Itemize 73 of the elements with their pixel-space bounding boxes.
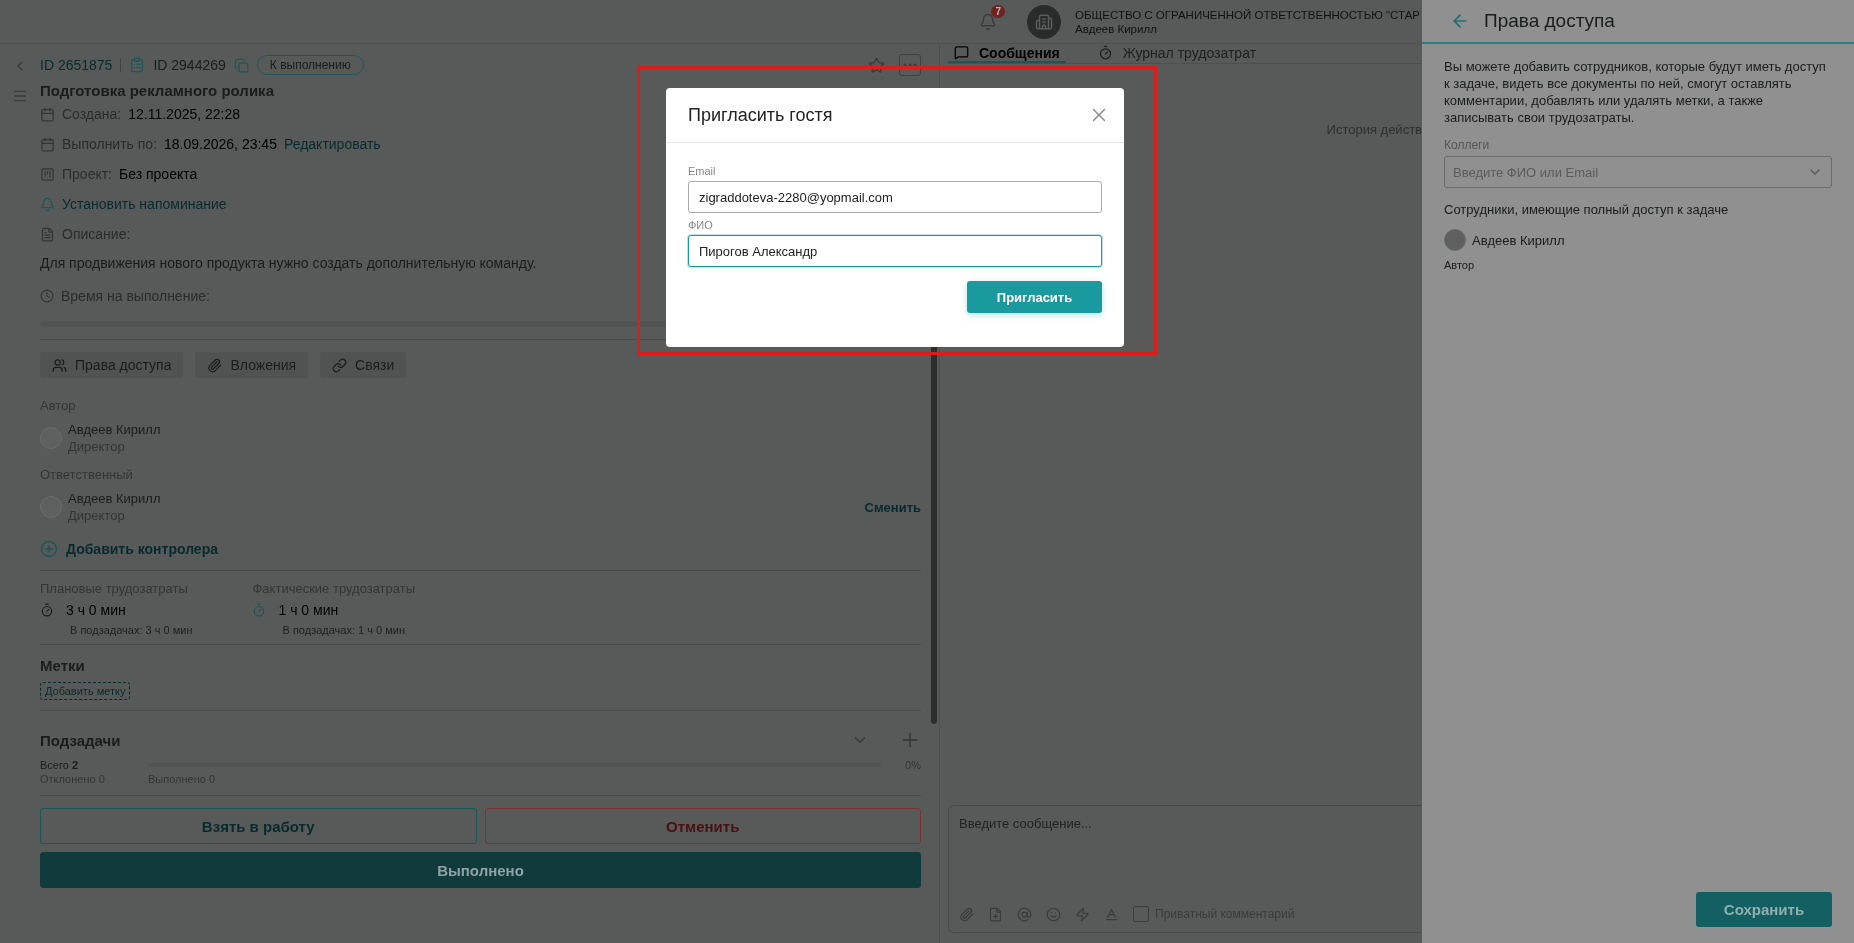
feed-tab[interactable]: Журнал трудозатрат (1091, 44, 1263, 63)
avatar-icon (1444, 229, 1466, 251)
notification-count: 7 (991, 4, 1006, 18)
building-icon (1035, 12, 1054, 31)
parent-task-id: ID 2944269 (153, 57, 226, 73)
field-value: 12.11.2025, 22:28 (128, 106, 241, 122)
drawer-title: Права доступа (1484, 10, 1615, 32)
user-name: Авдеев Кирилл (1075, 22, 1158, 35)
field-label: ФИО (688, 219, 714, 231)
bell-icon (979, 12, 998, 31)
copy-icon[interactable] (233, 57, 249, 73)
chat-icon (954, 45, 969, 60)
members-heading: Сотрудники, имеющие полный доступ к задаче (1444, 202, 1730, 217)
effort-value: 1 ч 0 мин (278, 602, 339, 618)
task-id-link[interactable]: ID 2651875 (40, 57, 113, 73)
clock-icon (40, 289, 54, 303)
timer-icon (40, 603, 54, 617)
task-list-icon (129, 57, 146, 73)
people-icon (52, 357, 67, 373)
timer-icon (252, 603, 267, 617)
dialog-title: Пригласить гостя (688, 104, 833, 126)
text-format-icon[interactable] (1104, 906, 1119, 922)
action-button[interactable]: Взять в работу (40, 808, 477, 844)
action-button[interactable]: Отменить (484, 808, 921, 844)
change-link[interactable]: Сменить (864, 499, 921, 515)
field-value: 18.09.2026, 23:45 (164, 136, 277, 152)
effort-value: 3 ч 0 мин (66, 602, 126, 618)
mention-icon[interactable] (1017, 906, 1032, 922)
add-tag-button[interactable]: Добавить метку (40, 682, 131, 700)
bell-icon (40, 196, 55, 212)
section-tab[interactable]: Права доступа (40, 352, 184, 378)
person-name: Авдеев Кирилл (68, 490, 161, 507)
paperclip-icon (207, 357, 223, 373)
task-description: Для продвижения нового продукта нужно создать дополнительную команду. (40, 255, 538, 271)
person-name: Авдеев Кирилл (68, 421, 161, 438)
emoji-icon[interactable] (1046, 906, 1061, 922)
person-name: Авдеев Кирилл (1472, 232, 1565, 248)
intro-text: Вы можете добавить сотрудников, которые будут иметь доступ к задаче, видеть все документы по ней, смогут оставлять комментарии, добавлять или удалять метки, а также записывать свои трудозатраты. (1444, 58, 1827, 126)
person-role: Автор (1444, 259, 1476, 271)
add-icon (40, 540, 58, 558)
action-button[interactable]: Выполнено (40, 852, 921, 888)
board-icon (40, 166, 55, 182)
add-controller-link[interactable]: Добавить контролера (66, 541, 218, 557)
calendar-icon (40, 106, 55, 122)
field-link[interactable]: Установить напоминание (62, 196, 227, 212)
notifications-button[interactable]: 7 (971, 4, 1006, 39)
document-icon (40, 226, 55, 242)
star-icon[interactable] (868, 56, 885, 74)
invite-button[interactable]: Пригласить (967, 281, 1102, 313)
tags-heading: Метки (40, 657, 86, 674)
timer-icon (1097, 45, 1113, 60)
field-label: Email (688, 165, 717, 177)
link-icon (332, 357, 348, 373)
field-value: Без проекта (119, 166, 198, 182)
input-field[interactable]: zigraddoteva-2280@yopmail.com (688, 181, 1102, 213)
organization-name: ОБЩЕСТВО С ОГРАНИЧЕННОЙ ОТВЕТСТВЕННОСТЬЮ "СТАР (1075, 8, 1420, 21)
menu-icon[interactable] (12, 88, 28, 104)
field-label: Коллеги (1444, 138, 1491, 152)
feed-tab[interactable]: Сообщения (948, 44, 1066, 63)
file-add-icon[interactable] (988, 906, 1003, 922)
paperclip-icon[interactable] (959, 906, 974, 922)
lightning-icon[interactable] (1075, 906, 1090, 922)
input-field[interactable]: Пирогов Александр (688, 235, 1102, 267)
calendar-icon (40, 136, 55, 152)
more-icon (903, 63, 917, 67)
save-button[interactable]: Сохранить (1696, 892, 1832, 927)
message-input[interactable]: Введите сообщение... (959, 816, 1412, 906)
more-button[interactable] (899, 54, 921, 76)
private-checkbox[interactable] (1133, 906, 1149, 922)
subtasks-heading: Подзадачи (40, 731, 121, 749)
task-title: Подготовка рекламного ролика (40, 82, 275, 99)
field-link[interactable]: Редактировать (283, 136, 381, 152)
subtasks-total: Всего 2 (40, 759, 80, 771)
